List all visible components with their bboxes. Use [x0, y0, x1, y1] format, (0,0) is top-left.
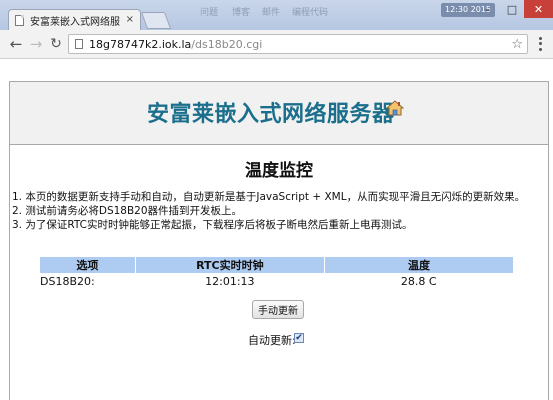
- note-item: 3. 为了保证RTC实时时钟能够正常起振，下载程序后将板子断电然后重新上电再测试…: [12, 219, 413, 231]
- temperature-table: 选项 RTC实时时钟 温度 DS18B20: 12:01:13 28.8 C: [40, 257, 513, 289]
- browser-menu-icon[interactable]: [533, 36, 547, 52]
- notes-list: 1. 本页的数据更新支持手动和自动，自动更新是基于JavaScript + XM…: [12, 190, 525, 232]
- manual-refresh-button[interactable]: 手动更新: [252, 300, 304, 319]
- faded-title: 博客: [232, 8, 251, 18]
- close-window-button[interactable]: ✕: [524, 0, 553, 18]
- new-tab-button[interactable]: [140, 12, 172, 29]
- section-title: 温度监控: [245, 161, 313, 181]
- browser-toolbar: ← → ↻ 18g78747k2.iok.la/ds18b20.cgi ☆: [0, 30, 553, 59]
- browser-title-bar: 安富莱嵌入式网络服务器 × 问题 博客 邮件 编程代码 12:30 2015 –…: [0, 0, 553, 30]
- table-row: DS18B20: 12:01:13 28.8 C: [40, 273, 513, 289]
- tab-close-icon[interactable]: ×: [126, 15, 134, 25]
- column-header: 选项: [40, 257, 136, 273]
- tab-title: 安富莱嵌入式网络服务器: [30, 16, 120, 28]
- url-host: 18g78747k2.iok.la: [89, 37, 192, 51]
- note-item: 1. 本页的数据更新支持手动和自动，自动更新是基于JavaScript + XM…: [12, 191, 526, 203]
- minimize-button[interactable]: –: [476, 0, 500, 18]
- address-bar[interactable]: 18g78747k2.iok.la/ds18b20.cgi ☆: [68, 34, 528, 54]
- note-item: 2. 测试前请务必将DS18B20器件插到开发板上。: [12, 205, 243, 217]
- site-title: 安富莱嵌入式网络服务器: [147, 102, 395, 127]
- page-icon: [15, 14, 24, 26]
- url-path: /ds18b20.cgi: [191, 37, 263, 51]
- rtc-time-cell: 12:01:13: [205, 274, 255, 288]
- table-header-row: 选项 RTC实时时钟 温度: [40, 257, 513, 273]
- option-cell: DS18B20:: [40, 274, 95, 288]
- bookmark-star-icon[interactable]: ☆: [511, 37, 523, 52]
- faded-title: 问题: [200, 8, 219, 18]
- faded-title: 邮件: [262, 8, 281, 18]
- auto-update-label: 自动更新:: [248, 334, 296, 347]
- url-text[interactable]: 18g78747k2.iok.la/ds18b20.cgi: [89, 38, 511, 51]
- auto-update-checkbox[interactable]: ✔: [294, 333, 304, 343]
- reload-icon[interactable]: ↻: [46, 34, 66, 54]
- page-icon: [75, 39, 83, 49]
- back-icon[interactable]: ←: [6, 34, 26, 54]
- temperature-cell: 28.8 C: [400, 274, 437, 288]
- browser-tab[interactable]: 安富莱嵌入式网络服务器 ×: [8, 9, 141, 30]
- home-icon[interactable]: [386, 99, 404, 117]
- column-header: 温度: [323, 257, 513, 273]
- faded-title: 编程代码: [292, 8, 329, 18]
- forward-icon[interactable]: →: [26, 34, 46, 54]
- maximize-button[interactable]: □: [500, 0, 524, 18]
- column-header: RTC实时时钟: [134, 257, 325, 273]
